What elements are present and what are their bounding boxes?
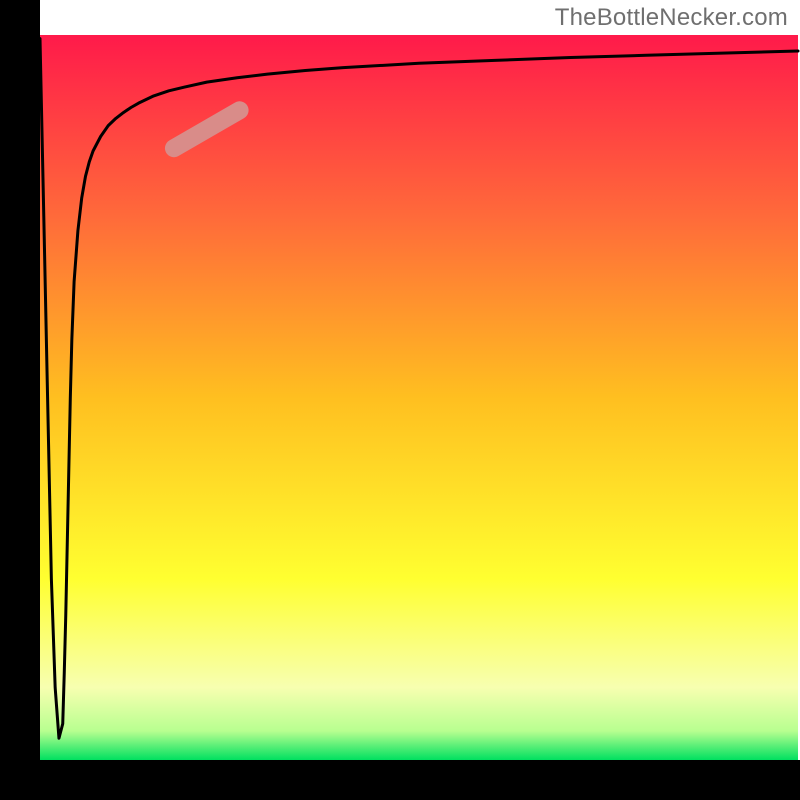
chart-container: TheBottleNecker.com — [0, 0, 800, 800]
plot-background — [40, 35, 798, 760]
bottleneck-chart — [0, 0, 800, 800]
attribution-label: TheBottleNecker.com — [555, 4, 788, 32]
axis-bottom — [0, 760, 800, 800]
axis-left — [0, 0, 40, 800]
